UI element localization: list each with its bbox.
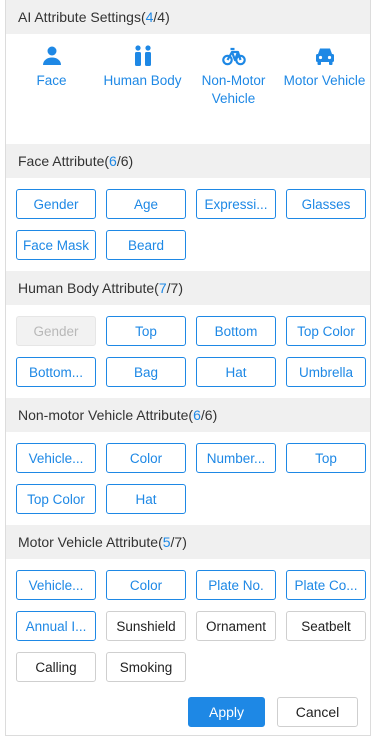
car-icon <box>315 48 334 65</box>
type-non-motor-vehicle-label: Non-Motor Vehicle <box>201 73 266 106</box>
type-motor-vehicle-label: Motor Vehicle <box>283 73 366 88</box>
attribute-chip[interactable]: Beard <box>106 230 186 260</box>
attribute-row: Vehicle... Color Plate No. Plate Co... <box>16 570 370 600</box>
motor-vehicle-attribute-header: Motor Vehicle Attribute(5/7) <box>6 525 370 559</box>
attribute-chip[interactable]: Top <box>286 443 366 473</box>
face-attribute-selected-count: 6 <box>109 153 117 169</box>
attribute-chip[interactable]: Smoking <box>106 652 186 682</box>
attribute-chip[interactable]: Plate No. <box>196 570 276 600</box>
ai-settings-header: AI Attribute Settings(4/4) <box>6 0 370 34</box>
attribute-chip[interactable]: Color <box>106 443 186 473</box>
attribute-chip[interactable]: Bottom... <box>16 357 96 387</box>
target-type-list: Face Human Body Non-Motor Vehicle Motor … <box>6 34 370 144</box>
attribute-chip[interactable]: Hat <box>196 357 276 387</box>
ai-settings-selected-count: 4 <box>145 9 154 25</box>
bicycle-icon <box>221 47 246 66</box>
non-motor-vehicle-attribute-options: Vehicle... Color Number... Top Top Color Hat <box>6 432 370 514</box>
attribute-chip[interactable]: Number... <box>196 443 276 473</box>
ai-attribute-panel: AI Attribute Settings(4/4) Face Human Bo… <box>5 0 371 736</box>
human-body-attribute-options: Gender Top Bottom Top Color Bottom... Bag Hat U… <box>6 305 370 387</box>
attribute-chip[interactable]: Annual I... <box>16 611 96 641</box>
type-human-body-label: Human Body <box>103 73 182 88</box>
non-motor-vehicle-attribute-title: Non-motor Vehicle Attribute( <box>18 407 194 423</box>
attribute-chip[interactable]: Face Mask <box>16 230 96 260</box>
attribute-sections: Face Attribute(6/6) Gender Age Expressi... G… <box>6 144 370 682</box>
motor-vehicle-attribute-options: Vehicle... Color Plate No. Plate Co... Annua… <box>6 559 370 682</box>
attribute-chip[interactable]: Seatbelt <box>286 611 366 641</box>
type-face-label: Face <box>36 73 67 88</box>
attribute-row: Calling Smoking <box>16 652 370 682</box>
attribute-row: Gender Age Expressi... Glasses <box>16 189 370 219</box>
attribute-row: Gender Top Bottom Top Color <box>16 316 370 346</box>
human-body-attribute-title: Human Body Attribute( <box>18 280 159 296</box>
dialog-footer: Apply Cancel <box>188 697 358 727</box>
attribute-row: Vehicle... Color Number... Top <box>16 443 370 473</box>
group-people-icon <box>134 45 151 66</box>
motor-vehicle-attribute-total-count: /7) <box>170 534 187 550</box>
non-motor-vehicle-attribute-header: Non-motor Vehicle Attribute(6/6) <box>6 398 370 432</box>
attribute-row: Annual I... Sunshield Ornament Seatbelt <box>16 611 370 641</box>
attribute-chip[interactable]: Umbrella <box>286 357 366 387</box>
human-body-attribute-total-count: /7) <box>166 280 183 296</box>
apply-button[interactable]: Apply <box>188 697 265 727</box>
attribute-chip[interactable]: Top <box>106 316 186 346</box>
face-attribute-options: Gender Age Expressi... Glasses Face Mask Bear… <box>6 178 370 260</box>
type-face[interactable]: Face <box>6 44 97 144</box>
motor-vehicle-attribute-title: Motor Vehicle Attribute( <box>18 534 163 550</box>
attribute-row: Top Color Hat <box>16 484 370 514</box>
face-attribute-title: Face Attribute( <box>18 153 110 169</box>
attribute-chip[interactable]: Vehicle... <box>16 570 96 600</box>
type-motor-vehicle[interactable]: Motor Vehicle <box>279 44 370 144</box>
attribute-chip[interactable]: Vehicle... <box>16 443 96 473</box>
attribute-chip[interactable]: Gender <box>16 189 96 219</box>
ai-settings-total-count: /4) <box>153 9 170 25</box>
attribute-chip: Gender <box>16 316 96 346</box>
face-attribute-total-count: /6) <box>116 153 134 169</box>
human-body-attribute-selected-count: 7 <box>158 280 167 296</box>
cancel-button[interactable]: Cancel <box>277 697 358 727</box>
attribute-chip[interactable]: Plate Co... <box>286 570 366 600</box>
type-non-motor-vehicle[interactable]: Non-Motor Vehicle <box>188 44 279 144</box>
attribute-chip[interactable]: Color <box>106 570 186 600</box>
non-motor-vehicle-attribute-total-count: /6) <box>200 407 218 423</box>
attribute-chip[interactable]: Glasses <box>286 189 366 219</box>
attribute-chip[interactable]: Top Color <box>286 316 366 346</box>
attribute-chip[interactable]: Expressi... <box>196 189 276 219</box>
attribute-chip[interactable]: Age <box>106 189 186 219</box>
attribute-chip[interactable]: Hat <box>106 484 186 514</box>
attribute-chip[interactable]: Bag <box>106 357 186 387</box>
ai-settings-title: AI Attribute Settings( <box>18 9 146 25</box>
attribute-chip[interactable]: Top Color <box>16 484 96 514</box>
attribute-chip[interactable]: Bottom <box>196 316 276 346</box>
attribute-row: Face Mask Beard <box>16 230 370 260</box>
person-icon <box>42 46 61 65</box>
attribute-row: Bottom... Bag Hat Umbrella <box>16 357 370 387</box>
face-attribute-header: Face Attribute(6/6) <box>6 144 370 178</box>
motor-vehicle-attribute-selected-count: 5 <box>162 534 171 550</box>
non-motor-vehicle-attribute-selected-count: 6 <box>193 407 201 423</box>
attribute-chip[interactable]: Ornament <box>196 611 276 641</box>
type-human-body[interactable]: Human Body <box>97 44 188 144</box>
attribute-chip[interactable]: Calling <box>16 652 96 682</box>
human-body-attribute-header: Human Body Attribute(7/7) <box>6 271 370 305</box>
attribute-chip[interactable]: Sunshield <box>106 611 186 641</box>
